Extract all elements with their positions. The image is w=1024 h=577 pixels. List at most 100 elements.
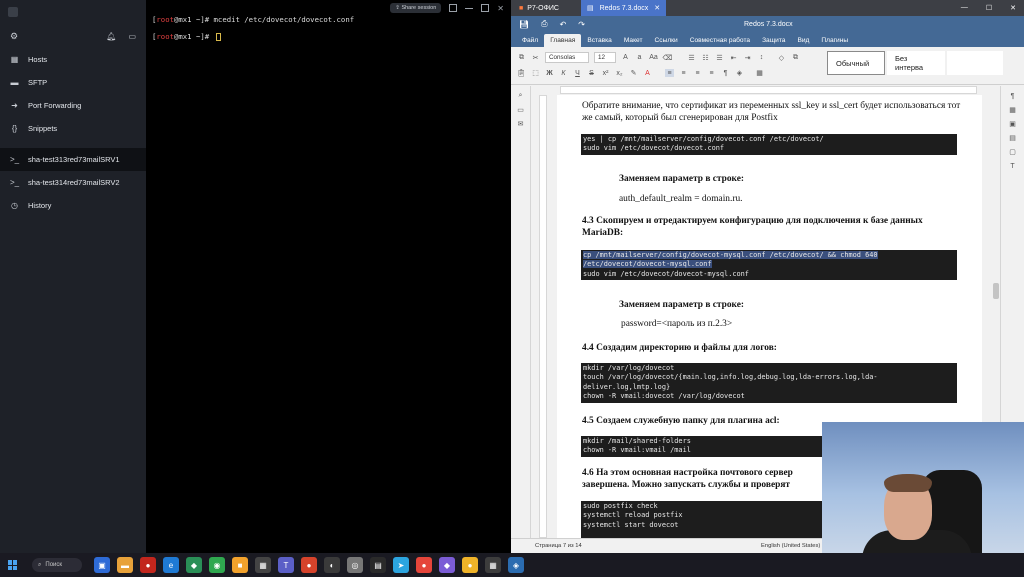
app-icon[interactable]: ▤ [370, 557, 386, 573]
justify-icon[interactable]: ≡ [707, 69, 716, 77]
split-view-icon[interactable] [449, 4, 458, 12]
app-icon[interactable]: ◆ [439, 557, 455, 573]
textart-icon[interactable]: T [1008, 162, 1017, 170]
strikethrough-icon[interactable]: S [587, 69, 596, 77]
table-settings-icon[interactable]: ▦ [1008, 106, 1017, 114]
erase-icon[interactable]: ◇ [777, 54, 786, 62]
edge-icon[interactable]: e [163, 557, 179, 573]
style-gallery-empty[interactable] [947, 51, 1003, 75]
app-icon[interactable]: ◈ [508, 557, 524, 573]
tab-1[interactable]: Главная [544, 34, 582, 47]
redo-icon[interactable]: ↷ [578, 20, 585, 29]
font-name-select[interactable]: Consolas [545, 52, 589, 63]
close-icon[interactable]: ✕ [497, 4, 504, 13]
paragraph-marks-icon[interactable]: ¶ [721, 69, 730, 77]
sidebar-item-port-forwarding[interactable]: ➜ Port Forwarding [0, 94, 146, 117]
maximize-icon[interactable] [481, 4, 490, 12]
change-case-icon[interactable]: Aa [649, 54, 658, 62]
shape-settings-icon[interactable]: ▢ [1008, 148, 1017, 156]
tab-0[interactable]: Файл [516, 37, 544, 47]
app-icon[interactable]: ● [301, 557, 317, 573]
app-icon[interactable]: ● [416, 557, 432, 573]
tab-5[interactable]: Совместная работа [684, 37, 756, 47]
font-increase-icon[interactable]: A [621, 54, 630, 62]
window-control-icon[interactable] [8, 7, 18, 17]
app-icon[interactable]: ◎ [347, 557, 363, 573]
app-icon[interactable]: ● [140, 557, 156, 573]
minimize-icon[interactable]: — [961, 4, 968, 12]
font-size-select[interactable]: 12 [594, 52, 616, 63]
style-normal[interactable]: Обычный [827, 51, 885, 75]
print-icon[interactable]: ⎙ [541, 19, 547, 29]
copy-style-icon[interactable]: ⧉ [791, 54, 800, 62]
bold-icon[interactable]: Ж [545, 69, 554, 77]
app-icon[interactable]: ◐ [324, 557, 340, 573]
highlight-icon[interactable]: ✎ [629, 69, 638, 77]
header-footer-icon[interactable]: ▤ [1008, 134, 1017, 142]
sidebar-item-hosts[interactable]: ▦ Hosts [0, 48, 146, 71]
select-all-icon[interactable]: ⬚ [531, 69, 540, 77]
multilevel-icon[interactable]: ☰ [715, 54, 724, 62]
search-icon[interactable]: ⌕ [516, 92, 525, 100]
image-settings-icon[interactable]: ▣ [1008, 120, 1017, 128]
clear-format-icon[interactable]: ⌫ [663, 54, 673, 62]
session-item-srv1[interactable]: >_ sha-test313red73mailSRV1 [0, 148, 146, 171]
increase-indent-icon[interactable]: ⇥ [743, 54, 752, 62]
font-color-icon[interactable]: A [643, 69, 652, 77]
tab-3[interactable]: Макет [618, 37, 649, 47]
close-icon[interactable]: ✕ [1010, 4, 1016, 12]
minimize-icon[interactable] [465, 7, 474, 9]
tab-6[interactable]: Защита [756, 37, 791, 47]
document-tab[interactable]: ▤ Redos 7.3.docx ✕ [580, 0, 667, 16]
subscript-icon[interactable]: x₂ [615, 69, 624, 77]
tab-7[interactable]: Вид [791, 37, 815, 47]
font-decrease-icon[interactable]: a [635, 54, 644, 62]
paragraph-settings-icon[interactable]: ¶ [1008, 92, 1017, 100]
task-view-icon[interactable]: ▣ [94, 557, 110, 573]
cut-icon[interactable]: ✂ [531, 54, 540, 62]
app-icon[interactable]: ▦ [485, 557, 501, 573]
close-tab-icon[interactable]: ✕ [654, 4, 660, 12]
sidebar-item-snippets[interactable]: {} Snippets [0, 117, 146, 140]
horizontal-ruler[interactable] [560, 86, 977, 94]
sidebar-item-sftp[interactable]: ▬ SFTP [0, 71, 146, 94]
bullets-icon[interactable]: ☰ [687, 54, 696, 62]
tab-2[interactable]: Вставка [581, 37, 618, 47]
undo-icon[interactable]: ↶ [560, 20, 567, 29]
office-app-name[interactable]: ■ Р7-ОФИС [511, 0, 567, 16]
app-icon[interactable]: ● [462, 557, 478, 573]
sidebar-item-history[interactable]: ◷ History [0, 194, 146, 217]
tab-8[interactable]: Плагины [815, 37, 854, 47]
superscript-icon[interactable]: x² [601, 69, 610, 77]
maximize-icon[interactable]: ☐ [986, 4, 992, 12]
terminal-pane[interactable]: ⇪ Share session ✕ [root@mx1 ~]# mcedit /… [146, 0, 510, 553]
align-left-icon[interactable]: ≡ [665, 69, 674, 77]
file-explorer-icon[interactable]: ▬ [117, 557, 133, 573]
align-center-icon[interactable]: ≡ [679, 69, 688, 77]
borders-icon[interactable]: ▦ [755, 69, 764, 77]
vertical-ruler[interactable] [539, 95, 547, 538]
session-item-srv2[interactable]: >_ sha-test314red73mailSRV2 [0, 171, 146, 194]
tab-4[interactable]: Ссылки [649, 37, 684, 47]
app-icon[interactable]: ■ [232, 557, 248, 573]
style-no-spacing[interactable]: Без интерва [887, 51, 945, 75]
telegram-icon[interactable]: ➤ [393, 557, 409, 573]
copy-icon[interactable]: ⧉ [517, 54, 526, 62]
bell-icon[interactable]: 🔔︎ [106, 32, 116, 41]
taskbar-search[interactable]: ⌕ Поиск [32, 558, 82, 572]
chat-icon[interactable]: ▭ [128, 32, 136, 41]
teams-icon[interactable]: T [278, 557, 294, 573]
chrome-icon[interactable]: ◉ [209, 557, 225, 573]
line-spacing-icon[interactable]: ↕ [757, 54, 766, 62]
share-session-button[interactable]: ⇪ Share session [390, 3, 442, 13]
app-icon[interactable]: ▦ [255, 557, 271, 573]
numbering-icon[interactable]: ☷ [701, 54, 710, 62]
comments-icon[interactable]: ▭ [516, 106, 525, 114]
scrollbar-thumb[interactable] [993, 283, 999, 299]
paste-icon[interactable]: 📋︎ [517, 69, 526, 77]
shading-icon[interactable]: ◈ [735, 69, 744, 77]
align-right-icon[interactable]: ≡ [693, 69, 702, 77]
italic-icon[interactable]: К [559, 69, 568, 77]
store-icon[interactable]: ◆ [186, 557, 202, 573]
chat-icon[interactable]: ✉ [516, 120, 525, 128]
